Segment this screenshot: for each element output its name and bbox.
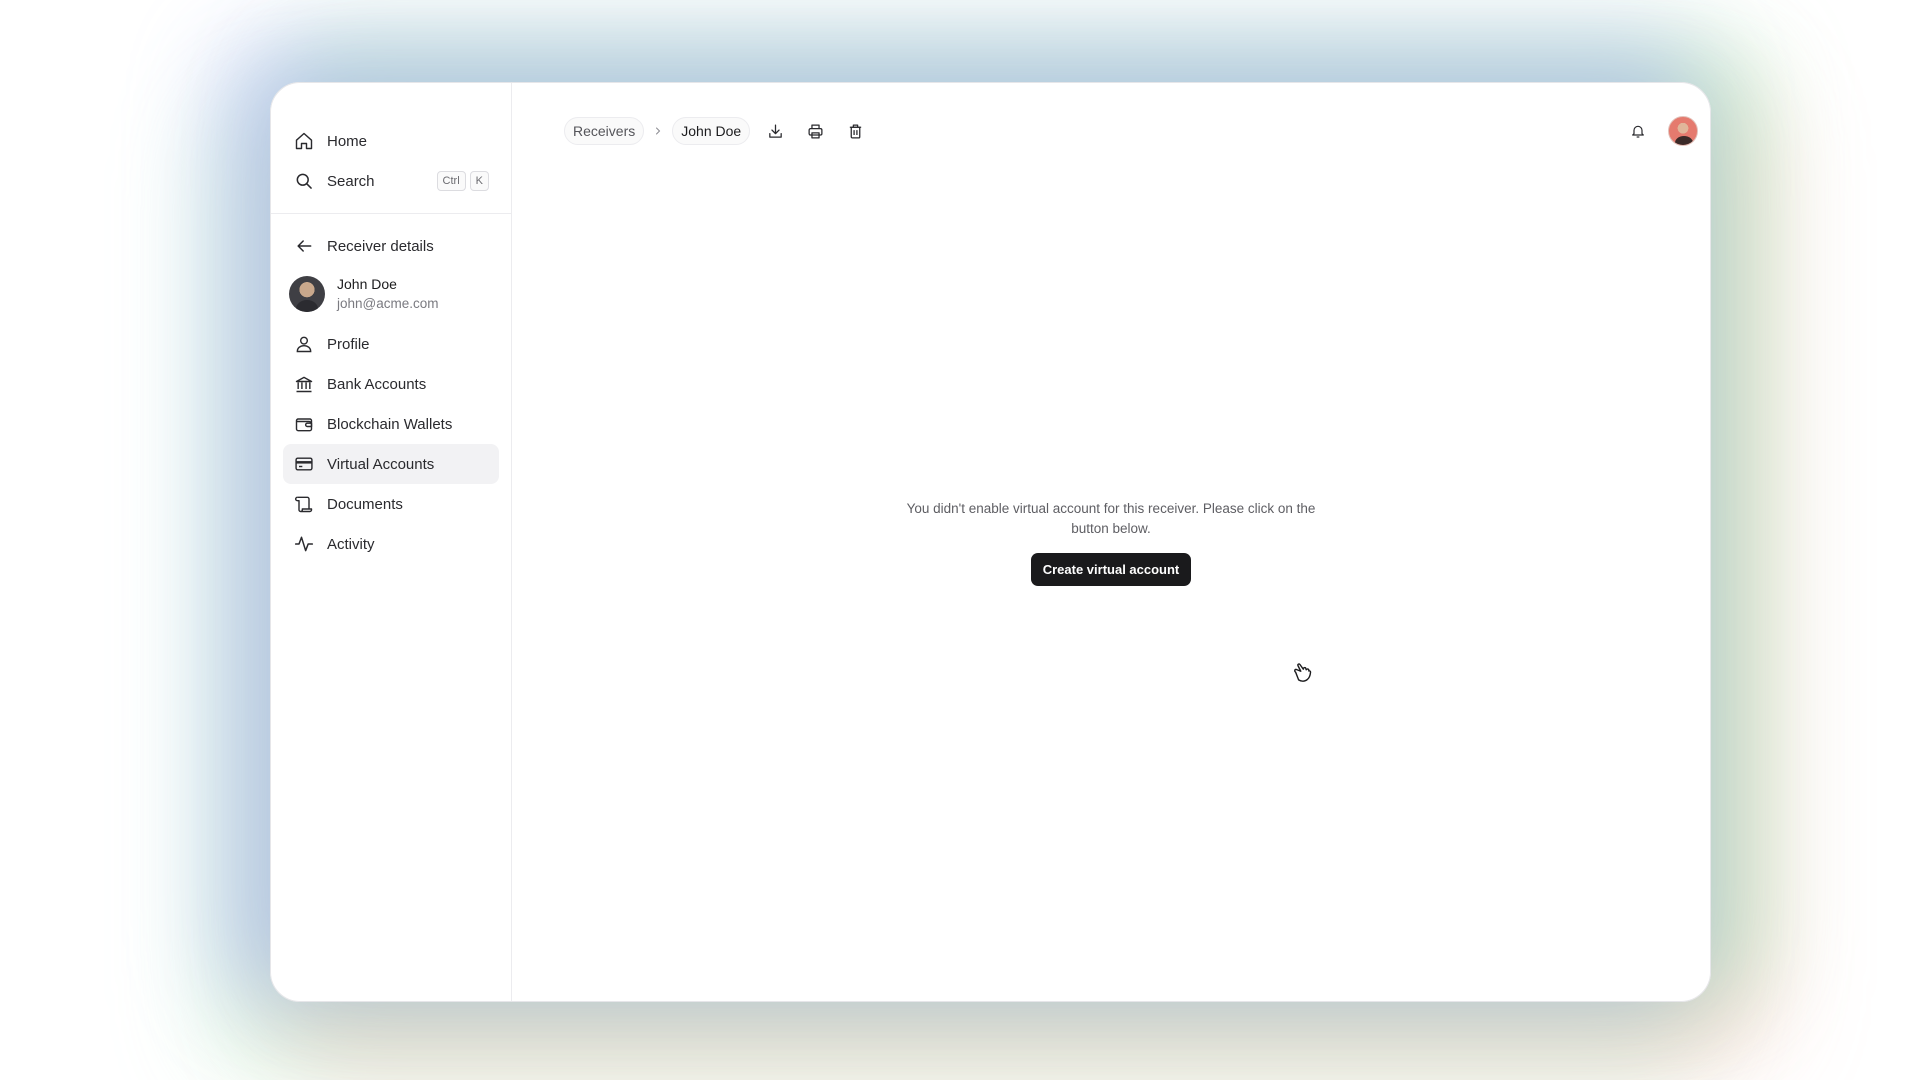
- download-icon: [768, 123, 782, 138]
- receiver-email: john@acme.com: [337, 296, 439, 311]
- sidebar: Home Search Ctrl K Receiver details John…: [271, 83, 512, 1001]
- notifications-button[interactable]: [1624, 117, 1652, 145]
- search-icon: [293, 170, 315, 192]
- breadcrumb-receivers[interactable]: Receivers: [564, 117, 645, 145]
- sidebar-item-label: Activity: [327, 535, 375, 553]
- sidebar-item-bank-accounts[interactable]: Bank Accounts: [283, 364, 499, 404]
- delete-button[interactable]: [840, 116, 870, 146]
- arrow-left-icon: [293, 235, 315, 257]
- chevron-right-icon: [652, 125, 664, 137]
- activity-icon: [293, 533, 315, 555]
- breadcrumb-current[interactable]: John Doe: [672, 117, 751, 145]
- back-label: Receiver details: [327, 237, 434, 255]
- nav-home-label: Home: [327, 132, 368, 150]
- receiver-nav: Receiver details John Doe john@acme.com …: [271, 214, 511, 564]
- hand-pointer-cursor-icon: [1294, 663, 1312, 682]
- print-icon: [808, 123, 823, 139]
- receiver-avatar: [289, 276, 325, 312]
- nav-home[interactable]: Home: [283, 121, 499, 161]
- download-button[interactable]: [760, 116, 790, 146]
- user-avatar[interactable]: [1668, 116, 1698, 146]
- nav-search-label: Search: [327, 172, 375, 190]
- app-window: Home Search Ctrl K Receiver details John…: [270, 82, 1711, 1002]
- sidebar-item-label: Virtual Accounts: [327, 455, 435, 473]
- sidebar-item-label: Bank Accounts: [327, 375, 427, 393]
- sidebar-item-blockchain-wallets[interactable]: Blockchain Wallets: [283, 404, 499, 444]
- sidebar-item-label: Blockchain Wallets: [327, 415, 453, 433]
- receiver-name: John Doe: [337, 276, 397, 292]
- sidebar-item-documents[interactable]: Documents: [283, 484, 499, 524]
- home-icon: [293, 130, 315, 152]
- sidebar-item-profile[interactable]: Profile: [283, 324, 499, 364]
- topbar: Receivers John Doe: [512, 113, 1710, 149]
- print-button[interactable]: [800, 116, 830, 146]
- sidebar-item-activity[interactable]: Activity: [283, 524, 499, 564]
- back-to-receiver-details[interactable]: Receiver details: [283, 226, 499, 266]
- bell-icon: [1632, 125, 1644, 138]
- nav-search[interactable]: Search Ctrl K: [283, 161, 499, 201]
- credit-card-icon: [293, 453, 315, 475]
- sidebar-item-label: Documents: [327, 495, 403, 513]
- receiver-card: John Doe john@acme.com: [283, 266, 499, 324]
- wallet-icon: [293, 413, 315, 435]
- create-virtual-account-button[interactable]: Create virtual account: [1030, 553, 1192, 586]
- primary-nav: Home Search Ctrl K: [271, 83, 511, 201]
- empty-state: You didn't enable virtual account for th…: [512, 499, 1710, 586]
- empty-state-message: You didn't enable virtual account for th…: [906, 501, 1316, 536]
- kbd-k: K: [469, 171, 489, 191]
- main-content: Receivers John Doe You didn't enable vir…: [512, 83, 1710, 1001]
- sidebar-item-virtual-accounts[interactable]: Virtual Accounts: [283, 444, 499, 484]
- kbd-ctrl: Ctrl: [436, 171, 466, 191]
- documents-icon: [293, 493, 315, 515]
- user-icon: [293, 333, 315, 355]
- search-shortcut: Ctrl K: [436, 171, 489, 191]
- sidebar-item-label: Profile: [327, 335, 370, 353]
- bank-icon: [293, 373, 315, 395]
- trash-icon: [849, 123, 861, 139]
